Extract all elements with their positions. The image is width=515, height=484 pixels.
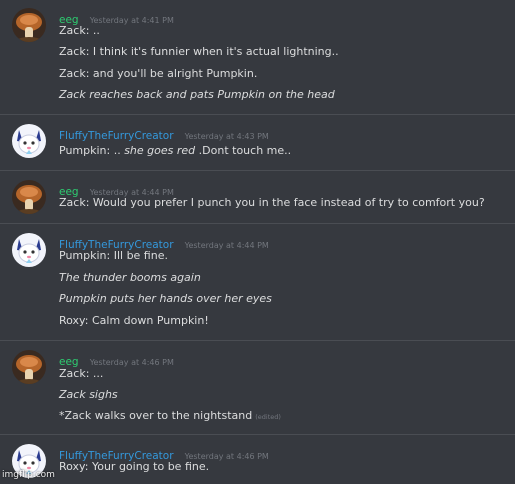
message-group: FluffyTheFurryCreator Yesterday at 4:44 … [0, 223, 515, 327]
message-group: eeg Yesterday at 4:46 PM Zack: ... Zack … [0, 340, 515, 422]
edited-label: (edited) [255, 413, 281, 421]
message-text: *Zack walks over to the nightstand [59, 409, 253, 422]
furry-avatar-icon[interactable] [12, 124, 46, 158]
mushroom-avatar-icon[interactable] [12, 8, 46, 42]
message-group: FluffyTheFurryCreator Yesterday at 4:46 … [0, 434, 515, 478]
action-text: Zack sighs [59, 388, 118, 401]
timestamp: Yesterday at 4:46 PM [89, 358, 174, 367]
action-text: Zack reaches back and pats Pumpkin on th… [59, 88, 335, 101]
action-text: The thunder booms again [59, 271, 201, 284]
mushroom-avatar-icon[interactable] [12, 180, 46, 214]
message-line: Zack: ... [59, 367, 104, 380]
message-group: FluffyTheFurryCreator Yesterday at 4:43 … [0, 114, 515, 158]
message-line: *Zack walks over to the nightstand (edite… [59, 409, 281, 424]
message-line: Roxy: Your going to be fine. [59, 460, 210, 473]
message-group: eeg Yesterday at 4:44 PM Zack: Would you… [0, 170, 515, 214]
message-line: Zack: and you'll be alright Pumpkin. [59, 67, 258, 80]
username[interactable]: FluffyTheFurryCreator [59, 130, 174, 142]
message-line: Zack: Would you prefer I punch you in th… [59, 196, 485, 209]
message-line: Zack reaches back and pats Pumpkin on th… [59, 88, 335, 102]
message-line: The thunder booms again [59, 271, 201, 285]
chat-log: eeg Yesterday at 4:41 PM Zack: .. Zack: … [0, 0, 515, 484]
message-text: Pumpkin: .. [59, 144, 125, 157]
message-text: .Dont touch me.. [195, 144, 292, 157]
message-line: Pumpkin: Ill be fine. [59, 249, 168, 262]
timestamp: Yesterday at 4:43 PM [184, 132, 269, 141]
furry-avatar-icon[interactable] [12, 233, 46, 267]
message-line: Zack: I think it's funnier when it's act… [59, 45, 339, 58]
action-text: she goes red [124, 144, 196, 157]
message-line: Zack: .. [59, 24, 100, 37]
mushroom-avatar-icon[interactable] [12, 350, 46, 384]
action-text: Pumpkin puts her hands over her eyes [59, 292, 272, 305]
timestamp: Yesterday at 4:44 PM [184, 241, 269, 250]
watermark: imgflip.com [2, 470, 55, 480]
message-line: Pumpkin puts her hands over her eyes [59, 292, 272, 306]
message-line: Pumpkin: .. she goes red .Dont touch me.… [59, 144, 291, 158]
message-line: Zack sighs [59, 388, 118, 402]
timestamp: Yesterday at 4:41 PM [89, 16, 174, 25]
message-line: Roxy: Calm down Pumpkin! [59, 314, 209, 327]
